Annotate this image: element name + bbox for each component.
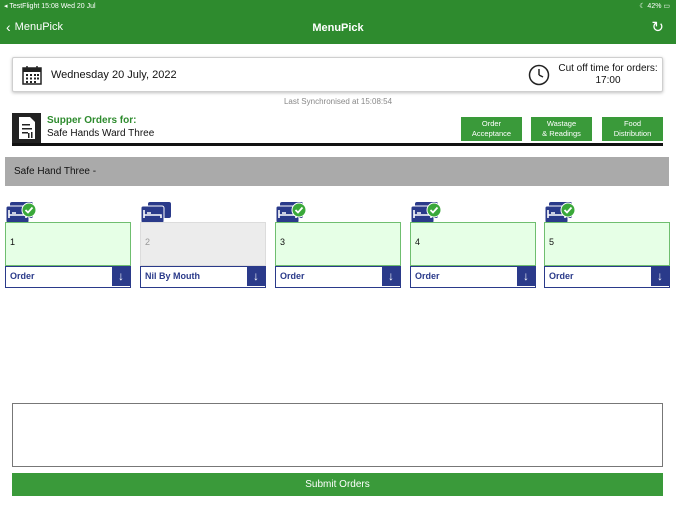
meal-option-value: Order xyxy=(10,271,35,281)
section-header: Safe Hand Three - xyxy=(5,157,669,186)
arrow-down-icon: ↓ xyxy=(112,267,130,286)
arrow-down-icon: ↓ xyxy=(247,267,265,286)
date-card: Wednesday 20 July, 2022 Cut off time for… xyxy=(12,57,663,92)
bed-checked-icon xyxy=(410,202,442,224)
bed-card: 5 Order ↓ xyxy=(544,200,670,289)
wastage-readings-button[interactable]: Wastage & Readings xyxy=(531,117,592,141)
cutoff-value: 17:00 xyxy=(595,75,621,86)
meal-option-value: Nil By Mouth xyxy=(145,271,200,281)
app-frame: ◂ TestFlight 15:08 Wed 20 Jul ☾ 42% ▭ ‹ … xyxy=(0,0,676,511)
divider xyxy=(12,143,663,146)
meal-option-value: Order xyxy=(415,271,440,281)
bed-card: 2 Nil By Mouth ↓ xyxy=(140,200,266,289)
bed-card: 1 Order ↓ xyxy=(5,200,131,289)
calendar-icon xyxy=(22,66,42,85)
food-distribution-button[interactable]: Food Distribution xyxy=(602,117,663,141)
meal-option-value: Order xyxy=(280,271,305,281)
status-left: ◂ TestFlight 15:08 Wed 20 Jul xyxy=(4,3,96,10)
submit-orders-button[interactable]: Submit Orders xyxy=(12,473,663,496)
order-date: Wednesday 20 July, 2022 xyxy=(51,69,177,81)
status-bar: ◂ TestFlight 15:08 Wed 20 Jul ☾ 42% ▭ xyxy=(0,0,676,12)
bed-checked-icon xyxy=(275,202,307,224)
cutoff-label: Cut off time for orders: xyxy=(558,63,658,74)
bed-number: 2 xyxy=(140,222,266,266)
order-acceptance-line1: Order xyxy=(481,119,502,128)
status-right: ☾ 42% ▭ xyxy=(639,3,670,10)
meal-option-select[interactable]: Order ↓ xyxy=(5,266,131,288)
meal-option-select[interactable]: Order ↓ xyxy=(544,266,670,288)
bed-number[interactable]: 5 xyxy=(544,222,670,266)
arrow-down-icon: ↓ xyxy=(651,267,669,286)
order-document-icon xyxy=(12,113,41,143)
meal-option-select[interactable]: Order ↓ xyxy=(410,266,536,288)
bed-number[interactable]: 4 xyxy=(410,222,536,266)
bed-card: 4 Order ↓ xyxy=(410,200,536,289)
bed-number[interactable]: 3 xyxy=(275,222,401,266)
clock-icon xyxy=(528,64,550,86)
last-synchronised: Last Synchronised at 15:08:54 xyxy=(283,97,393,106)
bed-checked-icon xyxy=(5,202,37,224)
order-acceptance-button[interactable]: Order Acceptance xyxy=(461,117,522,141)
arrow-down-icon: ↓ xyxy=(517,267,535,286)
bed-number[interactable]: 1 xyxy=(5,222,131,266)
top-bar: ◂ TestFlight 15:08 Wed 20 Jul ☾ 42% ▭ ‹ … xyxy=(0,0,676,44)
food-distribution-line2: Distribution xyxy=(613,129,652,138)
page-title: MenuPick xyxy=(312,22,364,34)
arrow-down-icon: ↓ xyxy=(382,267,400,286)
meal-option-select[interactable]: Nil By Mouth ↓ xyxy=(140,266,266,288)
nav-bar: ‹ MenuPick MenuPick ↻ xyxy=(0,12,676,44)
bed-icon xyxy=(140,202,171,224)
supper-title: Supper Orders for: xyxy=(47,115,137,126)
wastage-line2: & Readings xyxy=(542,129,581,138)
wastage-line1: Wastage xyxy=(546,119,577,128)
meal-option-select[interactable]: Order ↓ xyxy=(275,266,401,288)
refresh-icon[interactable]: ↻ xyxy=(651,18,664,36)
meal-option-value: Order xyxy=(549,271,574,281)
cutoff-time: Cut off time for orders: 17:00 xyxy=(553,63,663,87)
ward-name: Safe Hands Ward Three xyxy=(47,128,155,139)
bed-checked-icon xyxy=(544,202,576,224)
food-distribution-line1: Food xyxy=(623,119,642,128)
notes-textarea[interactable] xyxy=(12,403,663,467)
supper-header: Supper Orders for: Safe Hands Ward Three… xyxy=(12,111,663,146)
bed-card: 3 Order ↓ xyxy=(275,200,401,289)
order-acceptance-line2: Acceptance xyxy=(471,129,512,138)
